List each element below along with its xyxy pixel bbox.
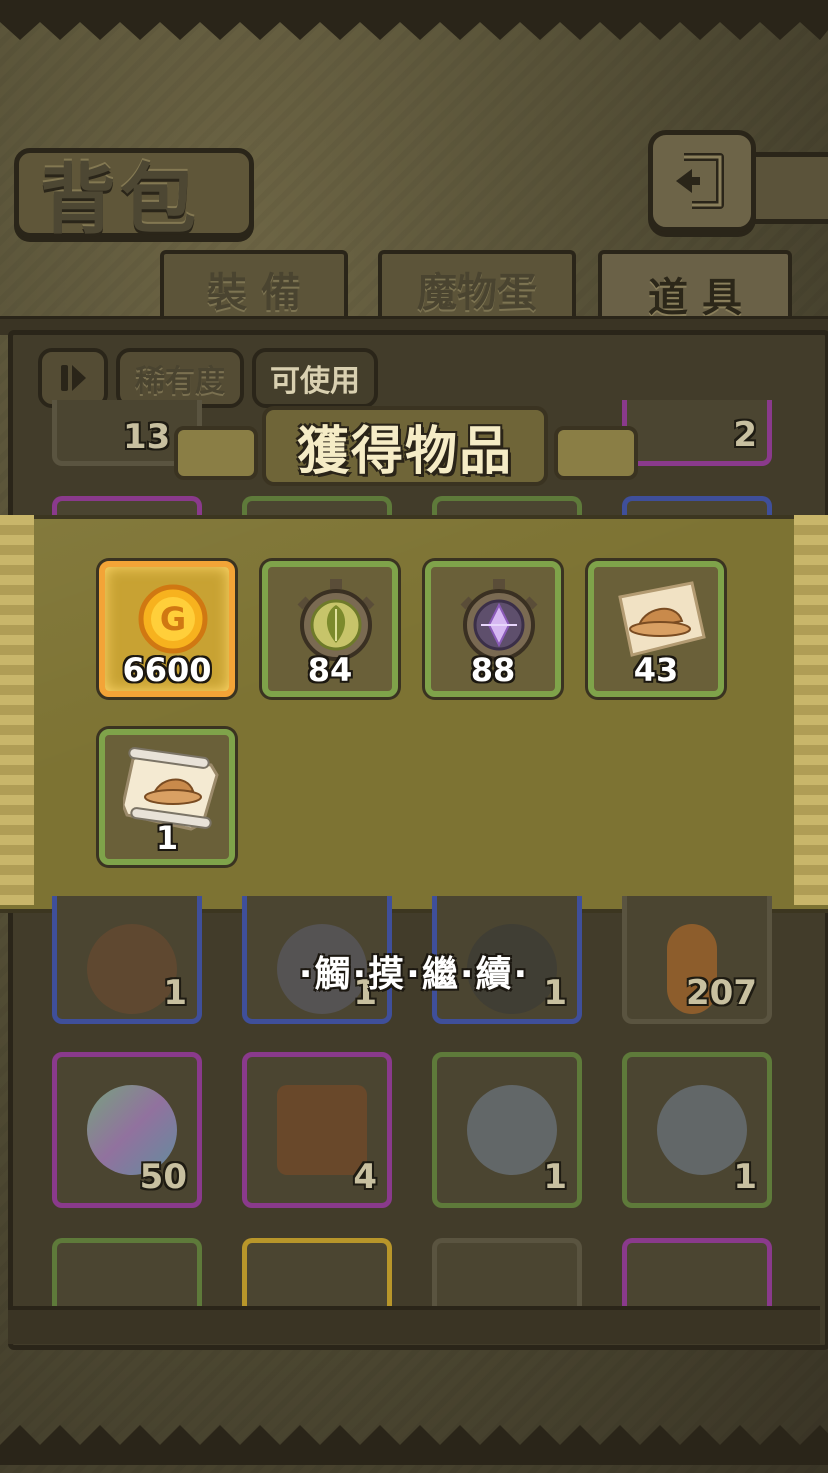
slot-count: 2 [733,415,757,455]
return-arrow-icon [676,153,724,209]
slot-count: 1 [543,1157,567,1197]
slot-count: 4 [353,1157,377,1197]
inventory-slot[interactable]: 4 [242,1052,392,1208]
reward-count: 6600 [122,651,212,689]
inventory-slot[interactable] [432,1238,582,1308]
reward-banner: 獲得物品 [262,406,548,486]
inventory-slot[interactable] [242,1238,392,1308]
inventory-slot[interactable]: 50 [52,1052,202,1208]
reward-item-gold[interactable]: G 6600 [99,561,235,697]
banner-wing-left [174,426,258,480]
tab-items-label: 道 具 [648,275,742,321]
reward-count: 88 [470,651,516,689]
inventory-slot[interactable]: 1 [622,1052,772,1208]
sort-toggle-icon [61,365,86,391]
tap-to-continue[interactable]: ·觸·摸·繼·續· [0,945,828,997]
reward-count: 1 [155,819,179,857]
page-title: 背包 [40,155,200,244]
reward-item-leaf[interactable]: 84 [262,561,398,697]
band-edge-right [794,515,828,905]
svg-text:G: G [160,600,186,638]
sort-toggle-button[interactable] [38,348,108,408]
slot-count: 50 [139,1157,187,1197]
tab-monster-egg[interactable]: 魔物蛋 [378,250,576,324]
filter-rarity-button[interactable]: 稀有度 [116,348,244,408]
tab-equipment[interactable]: 裝 備 [160,250,348,324]
band-edge-left [0,515,34,905]
inventory-slot[interactable] [52,1238,202,1308]
top-zigzag-border [0,0,828,40]
tab-monster-egg-label: 魔物蛋 [417,270,537,316]
banner-wing-right [554,426,638,480]
filter-usable-label: 可使用 [270,364,360,399]
tab-equipment-label: 裝 備 [207,270,301,316]
back-button[interactable] [648,130,756,232]
filter-rarity-label: 稀有度 [135,364,225,399]
inventory-slot[interactable]: 1 [432,1052,582,1208]
header-rail [746,152,828,224]
slot-count: 13 [123,417,171,457]
reward-count: 43 [633,651,679,689]
bottom-zigzag-border [0,1425,828,1465]
slot-count: 1 [733,1157,757,1197]
reward-item-crystal[interactable]: 88 [425,561,561,697]
reward-item-map[interactable]: 43 [588,561,724,697]
filter-usable-button[interactable]: 可使用 [252,348,378,408]
reward-count: 84 [307,651,353,689]
reward-item-scroll[interactable]: 1 [99,729,235,865]
inventory-slot[interactable] [622,1238,772,1308]
inventory-slot[interactable]: 2 [622,400,772,466]
panel-bottom-rail [8,1306,820,1344]
reward-title: 獲得物品 [296,421,513,482]
